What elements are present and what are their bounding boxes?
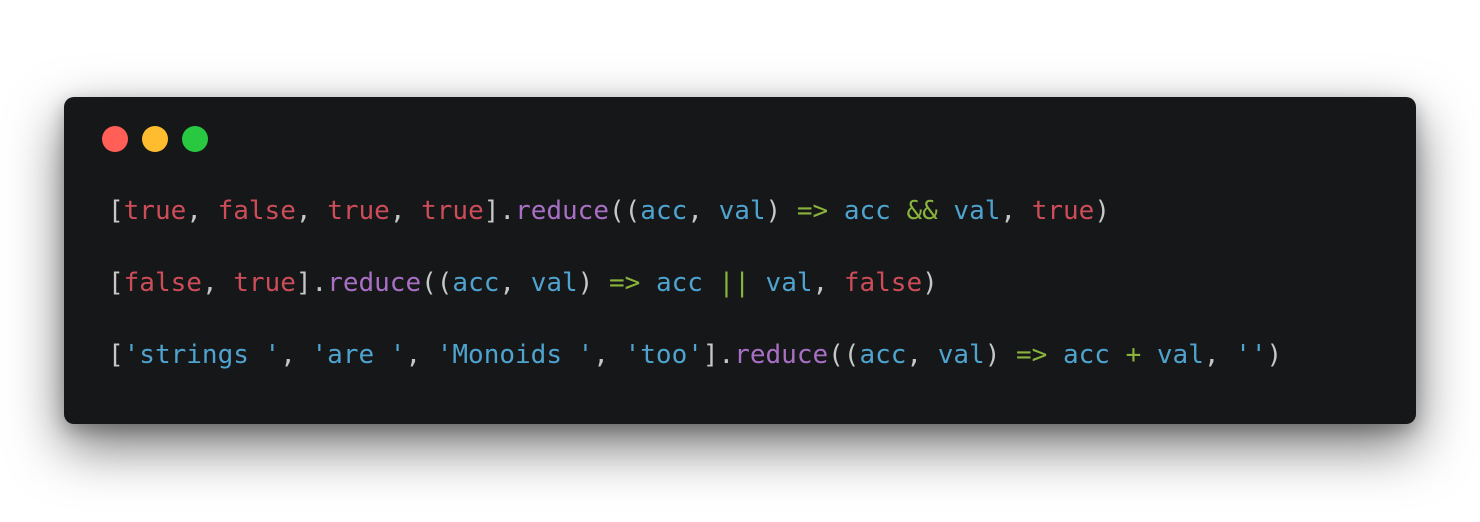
code-token-operator: => xyxy=(1016,340,1048,370)
code-line: ['strings ', 'are ', 'Monoids ', 'too'].… xyxy=(108,319,1282,391)
code-token-string: 'are ' xyxy=(311,340,406,370)
code-token-punct xyxy=(1047,340,1063,370)
code-token-ident: val xyxy=(937,340,985,370)
code-token-punct: [ xyxy=(108,268,124,298)
code-token-punct xyxy=(703,268,719,298)
code-token-punct: (( xyxy=(828,340,860,370)
code-token-punct: ) xyxy=(922,268,938,298)
code-token-punct: , xyxy=(186,196,218,226)
code-token-punct: ) xyxy=(1094,196,1110,226)
code-token-operator: || xyxy=(718,268,750,298)
code-token-ident: val xyxy=(953,196,1001,226)
code-token-string: 'Monoids ' xyxy=(436,340,594,370)
code-token-punct: ) xyxy=(765,196,797,226)
code-token-literal: true xyxy=(327,196,390,226)
window-controls xyxy=(102,126,208,152)
code-token-ident: val xyxy=(765,268,813,298)
code-token-punct: ]. xyxy=(702,340,735,370)
code-token-punct: , xyxy=(389,196,422,226)
code-token-literal: false xyxy=(217,196,296,226)
code-token-ident: val xyxy=(530,268,578,298)
code-token-punct: , xyxy=(280,340,312,370)
code-token-literal: false xyxy=(123,268,202,298)
code-token-punct: , xyxy=(1203,340,1236,370)
code-token-punct xyxy=(640,268,656,298)
code-token-ident: acc xyxy=(843,196,891,226)
code-token-ident: val xyxy=(718,196,766,226)
code-token-punct: , xyxy=(201,268,234,298)
code-token-punct: , xyxy=(812,268,844,298)
code-token-method: reduce xyxy=(734,340,829,370)
code-token-string: 'too' xyxy=(624,340,703,370)
code-token-punct: , xyxy=(906,340,938,370)
code-token-punct: [ xyxy=(108,340,124,370)
code-token-punct: ) xyxy=(1266,340,1283,370)
code-token-punct: ]. xyxy=(483,196,516,226)
code-token-literal: true xyxy=(233,268,296,298)
code-token-operator: + xyxy=(1125,340,1142,370)
code-token-punct: ) xyxy=(577,268,609,298)
code-token-punct: , xyxy=(687,196,719,226)
close-button[interactable] xyxy=(102,126,128,152)
code-token-punct: ) xyxy=(984,340,1016,370)
code-token-ident: acc xyxy=(859,340,907,370)
code-token-punct xyxy=(938,196,954,226)
code-token-punct: , xyxy=(593,340,625,370)
code-token-literal: true xyxy=(1031,196,1095,226)
code-token-punct: [ xyxy=(108,196,124,226)
code-token-method: reduce xyxy=(327,268,422,298)
code-window: [true, false, true, true].reduce((acc, v… xyxy=(64,97,1416,424)
code-token-punct xyxy=(891,196,907,226)
code-token-ident: acc xyxy=(640,196,688,226)
code-token-punct: , xyxy=(405,340,437,370)
code-token-punct: , xyxy=(1000,196,1032,226)
code-token-literal: false xyxy=(843,268,923,298)
code-token-punct: , xyxy=(499,268,531,298)
code-token-punct xyxy=(1110,340,1126,370)
code-token-punct xyxy=(828,196,844,226)
code-token-operator: => xyxy=(608,268,641,298)
minimize-button[interactable] xyxy=(142,126,168,152)
code-token-string: '' xyxy=(1235,340,1267,370)
code-token-punct xyxy=(1141,340,1157,370)
page-background: [true, false, true, true].reduce((acc, v… xyxy=(0,0,1480,522)
code-line: [true, false, true, true].reduce((acc, v… xyxy=(108,175,1110,247)
code-token-ident: acc xyxy=(452,268,500,298)
code-token-operator: => xyxy=(796,196,829,226)
code-token-punct: , xyxy=(295,196,328,226)
zoom-button[interactable] xyxy=(182,126,208,152)
code-line: [false, true].reduce((acc, val) => acc |… xyxy=(108,247,938,319)
code-token-punct: ]. xyxy=(295,268,328,298)
code-token-literal: true xyxy=(123,196,187,226)
code-token-string: 'strings ' xyxy=(123,340,281,370)
code-token-ident: val xyxy=(1156,340,1204,370)
code-token-ident: acc xyxy=(1062,340,1110,370)
code-token-punct: (( xyxy=(421,268,453,298)
code-token-operator: && xyxy=(906,196,938,226)
code-token-literal: true xyxy=(421,196,484,226)
code-token-ident: acc xyxy=(655,268,703,298)
code-token-punct: (( xyxy=(608,196,641,226)
code-token-punct xyxy=(750,268,766,298)
code-token-method: reduce xyxy=(515,196,609,226)
